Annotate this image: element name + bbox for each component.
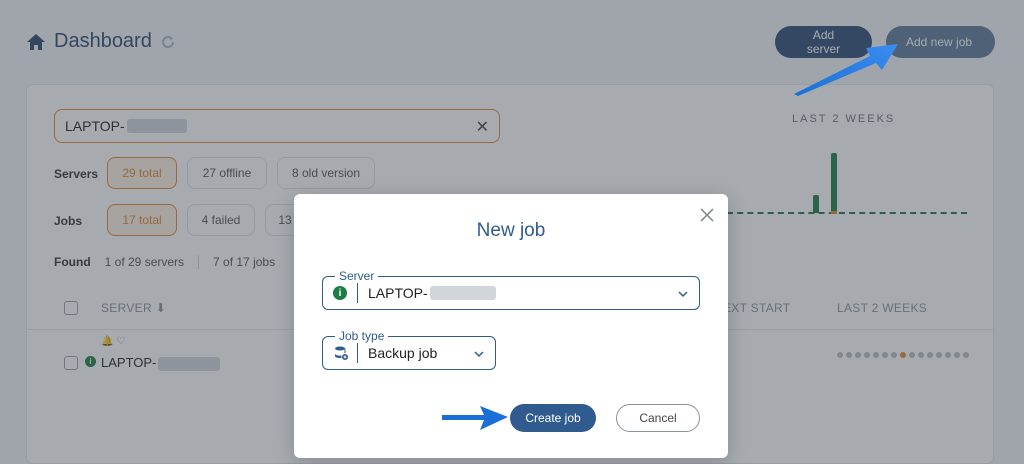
job-type-select[interactable]: Job type Backup job [322, 329, 496, 370]
field-divider [357, 283, 358, 303]
job-type-value: Backup job [368, 345, 438, 361]
pointer-arrow-icon [794, 44, 898, 96]
job-type-legend: Job type [335, 329, 389, 343]
server-legend: Server [335, 269, 379, 283]
create-job-button[interactable]: Create job [510, 404, 596, 432]
database-icon [335, 346, 348, 360]
cancel-button[interactable]: Cancel [616, 404, 700, 432]
field-divider [357, 343, 358, 363]
server-select-value: LAPTOP- [368, 285, 428, 301]
redacted-text [429, 286, 496, 300]
chevron-down-icon[interactable] [677, 288, 689, 300]
chevron-down-icon[interactable] [473, 348, 485, 360]
dialog-title: New job [476, 220, 546, 241]
server-status-icon: i [333, 286, 347, 300]
new-job-dialog: New job Server i LAPTOP- Job type Backup… [294, 194, 728, 458]
close-icon[interactable] [698, 206, 716, 224]
server-select[interactable]: Server i LAPTOP- [322, 269, 700, 310]
pointer-arrow-icon [442, 406, 508, 430]
